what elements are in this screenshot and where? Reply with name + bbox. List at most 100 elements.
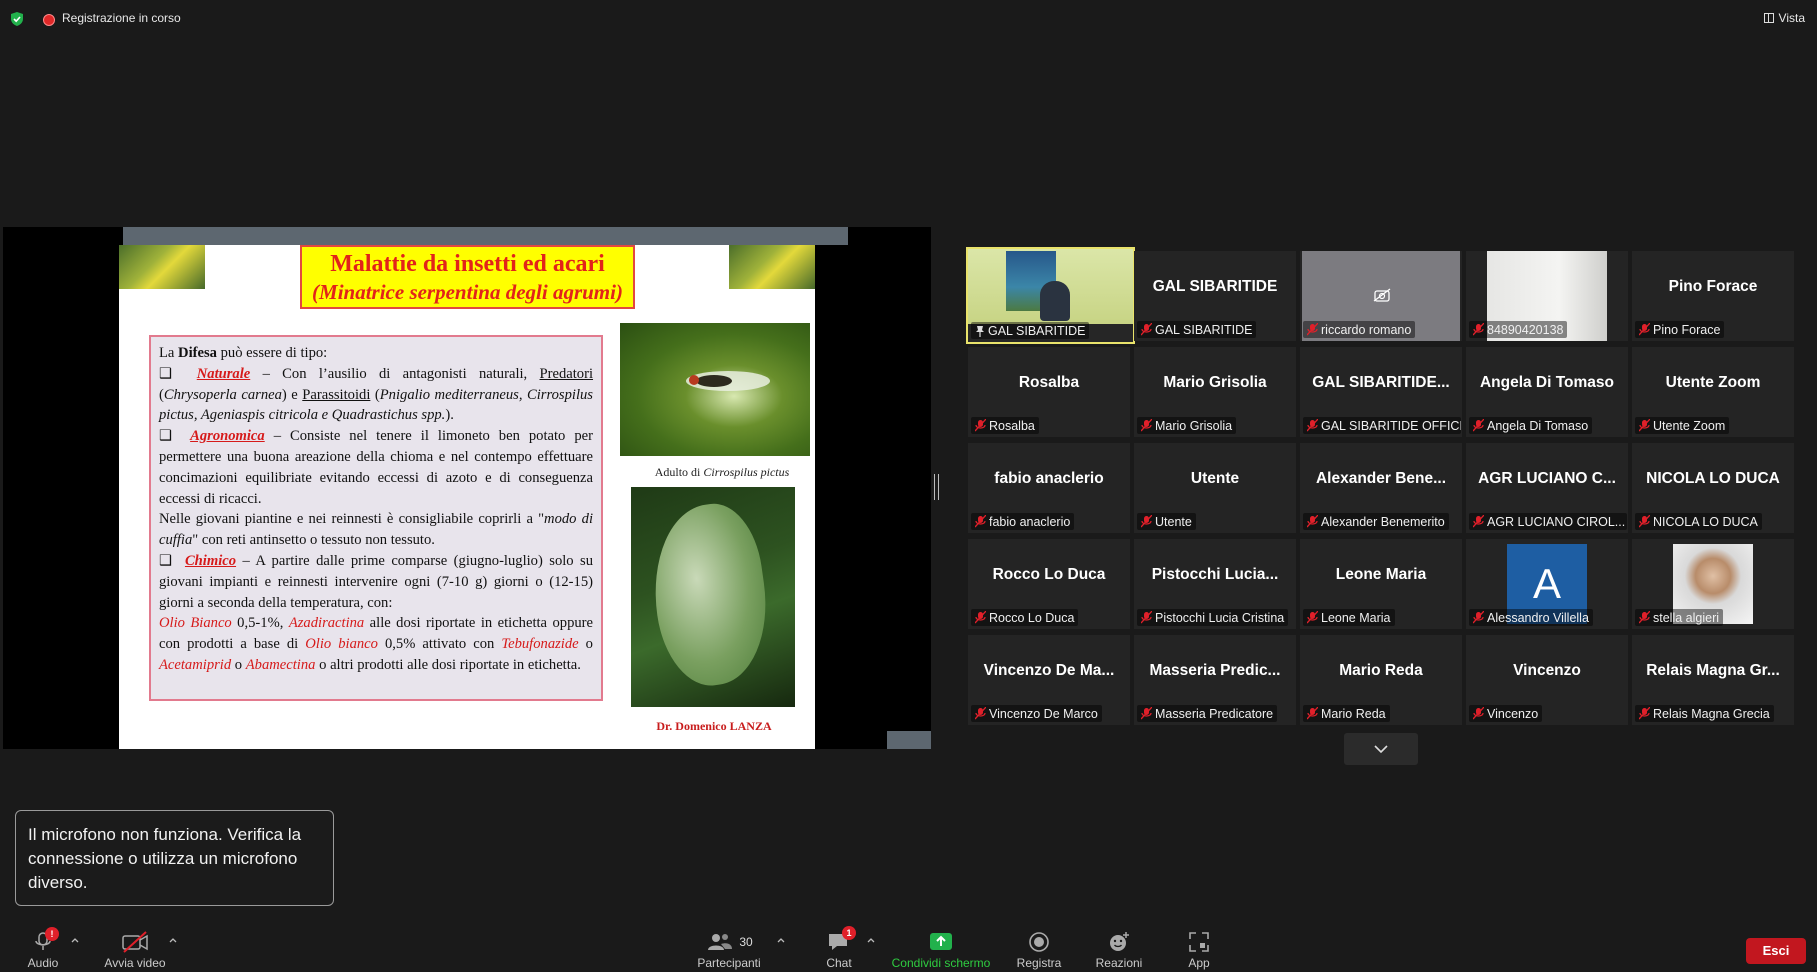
participant-display-name: Masseria Predic... (1149, 662, 1281, 679)
encryption-shield-icon[interactable] (9, 11, 25, 27)
participants-label: Partecipanti (697, 956, 761, 970)
slide-text-box: La Difesa può essere di tipo: ❑ Naturale… (149, 335, 603, 701)
participant-name: stella algieri (1653, 610, 1720, 625)
slide-title: Malattie da insetti ed acari (Minatrice … (300, 245, 635, 309)
chat-button[interactable]: Chat 1 (822, 926, 856, 970)
share-screen-button[interactable]: Condividi schermo (889, 930, 993, 970)
participant-tile[interactable]: GAL SIBARITIDE (966, 247, 1135, 344)
microphone-muted-icon (1638, 322, 1651, 336)
participant-tile[interactable]: 84890420138 (1466, 251, 1628, 341)
participant-tile[interactable]: Utente Zoom Utente Zoom (1632, 347, 1794, 437)
microphone-muted-icon (1472, 514, 1485, 528)
participant-tile[interactable]: Mario Grisolia Mario Grisolia (1134, 347, 1296, 437)
audio-label: Audio (27, 956, 59, 970)
participant-name: Vincenzo (1487, 706, 1539, 721)
slide-nursery-note: Nelle giovani piantine e nei reinnesti è… (159, 511, 593, 549)
leaf-image (643, 498, 777, 692)
microphone-muted-icon (1140, 706, 1153, 720)
record-button[interactable]: Registra (1014, 930, 1064, 970)
slide-title-line2: (Minatrice serpentina degli agrumi) (312, 280, 623, 304)
participant-name: Leone Maria (1321, 610, 1391, 625)
microphone-warning-toast: Il microfono non funziona. Verifica la c… (15, 810, 334, 906)
participant-name-label: Mario Grisolia (1137, 417, 1237, 434)
slide-title-line1: Malattie da insetti ed acari (330, 251, 605, 277)
participant-name-label: riccardo romano (1303, 321, 1416, 338)
participant-name: GAL SIBARITIDE (988, 323, 1086, 338)
participant-tile[interactable]: Vincenzo Vincenzo (1466, 635, 1628, 725)
slide-products: Olio Bianco 0,5-1%, Azadiractina alle do… (159, 615, 593, 673)
participant-tile[interactable]: Mario Reda Mario Reda (1300, 635, 1462, 725)
microphone-muted-icon (1306, 610, 1319, 624)
lemon-image-right (729, 245, 815, 289)
participant-tile[interactable]: GAL SIBARITIDE... GAL SIBARITIDE OFFICE (1300, 347, 1462, 437)
participant-name: Mario Reda (1321, 706, 1386, 721)
participant-display-name: GAL SIBARITIDE... (1312, 374, 1450, 391)
participant-name: Alexander Benemerito (1321, 514, 1445, 529)
participant-display-name: Vincenzo (1513, 662, 1581, 679)
participants-count: 30 (739, 935, 753, 949)
gallery-splitter-handle[interactable] (934, 474, 939, 500)
leaf-mine-photo (631, 487, 795, 707)
participant-tile[interactable]: Pino Forace Pino Forace (1632, 251, 1794, 341)
participant-name-label: 84890420138 (1469, 321, 1568, 338)
participant-name: Rocco Lo Duca (989, 610, 1075, 625)
reactions-button[interactable]: Reazioni (1094, 930, 1144, 970)
view-button[interactable]: Vista (1763, 9, 1805, 27)
participant-tile[interactable]: Masseria Predic... Masseria Predicatore (1134, 635, 1296, 725)
participant-tile[interactable]: Angela Di Tomaso Angela Di Tomaso (1466, 347, 1628, 437)
microphone-muted-icon (1638, 514, 1651, 528)
participant-tile[interactable]: Alexander Bene... Alexander Benemerito (1300, 443, 1462, 533)
participant-name-label: GAL SIBARITIDE OFFICE (1303, 417, 1461, 434)
start-video-button[interactable]: Avvia video (102, 930, 168, 970)
chat-unread-badge: 1 (842, 926, 856, 940)
audio-options-caret-icon[interactable] (70, 936, 80, 944)
participant-tile[interactable]: Vincenzo De Ma... Vincenzo De Marco (968, 635, 1130, 725)
participant-tile[interactable]: Rocco Lo Duca Rocco Lo Duca (968, 539, 1130, 629)
participant-tile[interactable]: Pistocchi Lucia... Pistocchi Lucia Cristi… (1134, 539, 1296, 629)
apps-button[interactable]: App (1182, 930, 1216, 970)
participant-name: GAL SIBARITIDE OFFICE (1321, 418, 1461, 433)
record-label: Registra (1016, 956, 1062, 970)
participant-tile[interactable]: Rosalba Rosalba (968, 347, 1130, 437)
share-screen-label: Condividi schermo (891, 956, 991, 970)
participant-display-name: Pistocchi Lucia... (1151, 566, 1279, 583)
participant-tile[interactable]: NICOLA LO DUCA NICOLA LO DUCA (1632, 443, 1794, 533)
leave-meeting-button[interactable]: Esci (1746, 938, 1806, 964)
participant-tile[interactable]: GAL SIBARITIDE GAL SIBARITIDE (1134, 251, 1296, 341)
participant-name: AGR LUCIANO CIROL... (1487, 514, 1626, 529)
participant-name: Utente (1155, 514, 1192, 529)
participants-options-caret-icon[interactable] (776, 936, 786, 944)
participant-tile[interactable]: AGR LUCIANO C... AGR LUCIANO CIROL... (1466, 443, 1628, 533)
participant-name-label: fabio anaclerio (971, 513, 1075, 530)
participant-display-name: AGR LUCIANO C... (1478, 470, 1616, 487)
gallery-next-page-button[interactable] (1344, 733, 1418, 765)
reactions-label: Reazioni (1095, 956, 1143, 970)
meeting-toolbar: Audio ! Avvia video 30 Partecipanti Chat… (0, 918, 1817, 972)
participant-name-label: GAL SIBARITIDE (971, 322, 1090, 339)
microphone-muted-icon (974, 610, 987, 624)
participant-tile[interactable]: Leone Maria Leone Maria (1300, 539, 1462, 629)
participant-tile[interactable]: Utente Utente (1134, 443, 1296, 533)
microphone-muted-icon (1472, 322, 1485, 336)
chat-options-caret-icon[interactable] (866, 936, 876, 944)
participant-tile[interactable]: stella algieri (1632, 539, 1794, 629)
presentation-slide: Malattie da insetti ed acari (Minatrice … (119, 245, 815, 749)
record-icon (1029, 932, 1049, 952)
microphone-muted-icon (1306, 706, 1319, 720)
participant-display-name: fabio anaclerio (994, 470, 1104, 487)
shared-screen[interactable]: Malattie da insetti ed acari (Minatrice … (3, 227, 931, 749)
participant-name: Vincenzo De Marco (989, 706, 1098, 721)
participant-tile[interactable]: fabio anaclerio fabio anaclerio (968, 443, 1130, 533)
participant-display-name: Utente Zoom (1665, 374, 1761, 391)
participant-name-label: AGR LUCIANO CIROL... (1469, 513, 1627, 530)
view-button-label: Vista (1778, 11, 1805, 25)
microphone-muted-icon (1140, 322, 1153, 336)
chat-label: Chat (826, 956, 852, 970)
participant-tile[interactable]: A Alessandro Villella (1466, 539, 1628, 629)
participant-tile[interactable]: riccardo romano (1300, 251, 1462, 341)
participant-tile[interactable]: Relais Magna Gr... Relais Magna Grecia (1632, 635, 1794, 725)
audio-button[interactable]: Audio ! (22, 927, 64, 970)
video-options-caret-icon[interactable] (168, 936, 178, 944)
participant-display-name: Vincenzo De Ma... (983, 662, 1115, 679)
participants-button[interactable]: 30 Partecipanti (694, 930, 764, 970)
